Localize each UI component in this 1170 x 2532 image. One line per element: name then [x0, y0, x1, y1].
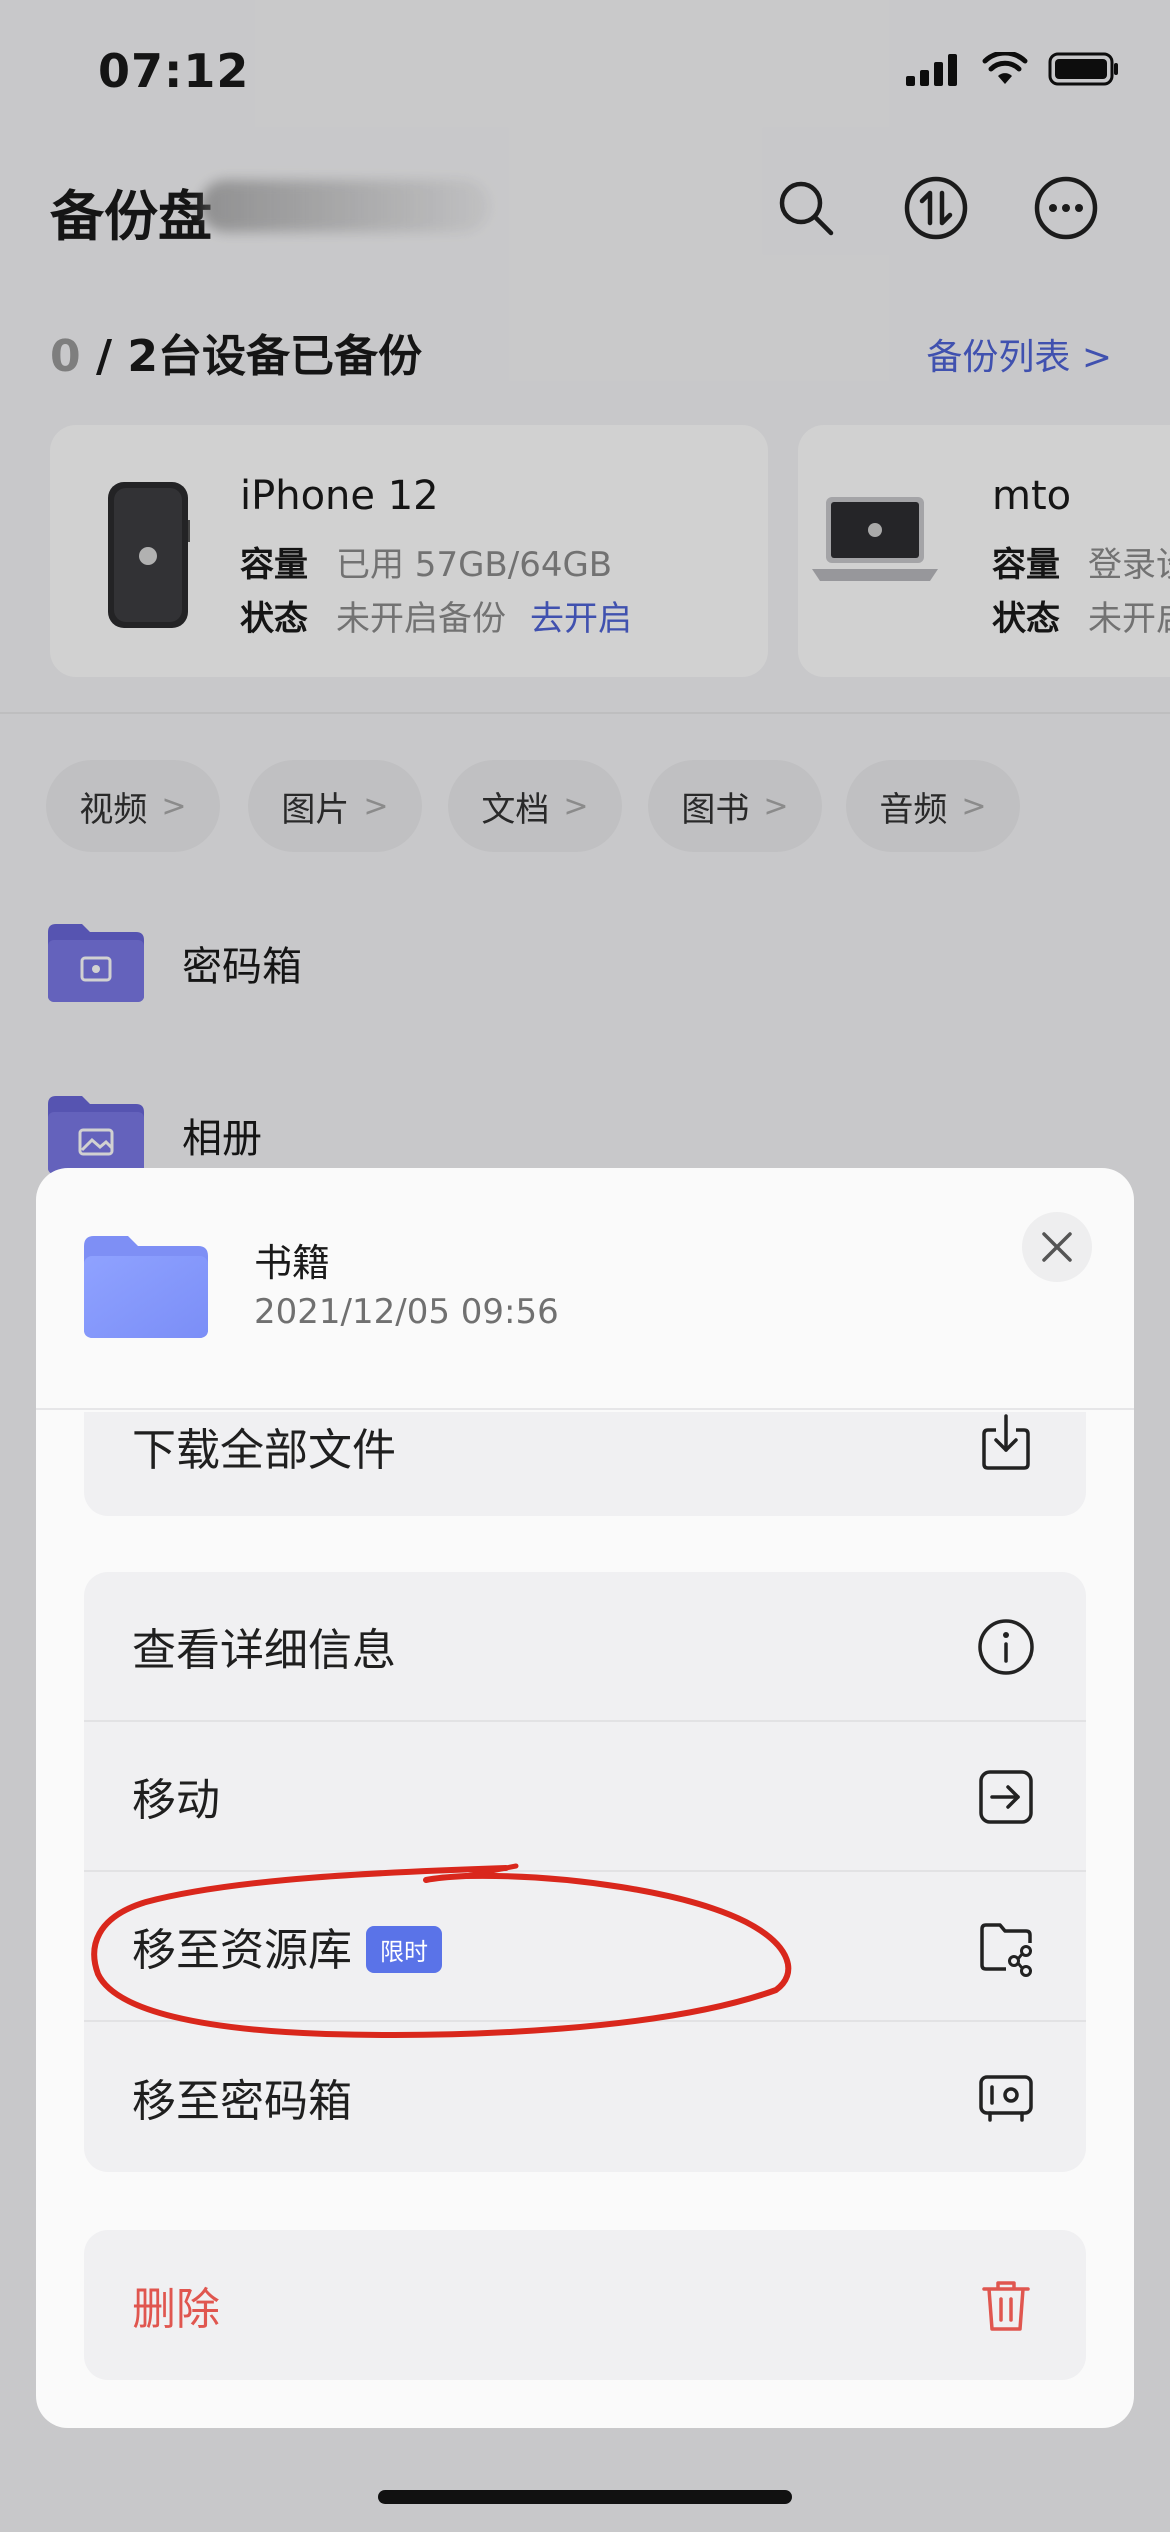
- move-to-vault-label: 移至密码箱: [132, 2076, 352, 2127]
- info-icon: [978, 1619, 1034, 1675]
- sheet-header: 书籍 2021/12/05 09:56: [36, 1168, 1134, 1410]
- sheet-folder-date: 2021/12/05 09:56: [254, 1292, 559, 1332]
- move-to-library-label: 移至资源库 限时: [132, 1914, 442, 1978]
- backup-drive-page: 07:12 备份盘 0 / 2台设备已备份 备份列表 > iPhone 12 容…: [0, 0, 1170, 2532]
- download-all-row[interactable]: 下载全部文件: [84, 1412, 1086, 1516]
- vault-icon: [979, 2075, 1033, 2122]
- delete-row[interactable]: 删除: [84, 2230, 1086, 2380]
- library-folder-share-icon: [980, 1923, 1032, 1977]
- folder-icon: [84, 1236, 208, 1338]
- view-details-label: 查看详细信息: [132, 1625, 396, 1676]
- close-button[interactable]: [1022, 1212, 1092, 1282]
- move-to-vault-row[interactable]: 移至密码箱: [84, 2022, 1086, 2172]
- move-row[interactable]: 移动: [84, 1722, 1086, 1872]
- download-group: 下载全部文件: [84, 1412, 1086, 1516]
- limited-time-badge: 限时: [366, 1925, 442, 1973]
- sheet-folder-name: 书籍: [254, 1241, 331, 1285]
- move-to-library-row[interactable]: 移至资源库 限时: [84, 1872, 1086, 2022]
- download-all-label: 下载全部文件: [132, 1425, 396, 1476]
- delete-group: 删除: [84, 2230, 1086, 2380]
- move-arrow-icon: [979, 1770, 1033, 1824]
- download-icon: [982, 1414, 1030, 1470]
- view-details-row[interactable]: 查看详细信息: [84, 1572, 1086, 1722]
- home-indicator[interactable]: [378, 2490, 792, 2504]
- folder-action-sheet: 书籍 2021/12/05 09:56 下载全部文件 查看详细信息 移动 移至资…: [36, 1168, 1134, 2428]
- delete-label: 删除: [132, 2284, 220, 2335]
- close-icon: [1042, 1232, 1072, 1262]
- actions-group: 查看详细信息 移动 移至资源库 限时 移至密码箱: [84, 1572, 1086, 2172]
- move-label: 移动: [132, 1775, 220, 1826]
- trash-icon: [982, 2281, 1030, 2331]
